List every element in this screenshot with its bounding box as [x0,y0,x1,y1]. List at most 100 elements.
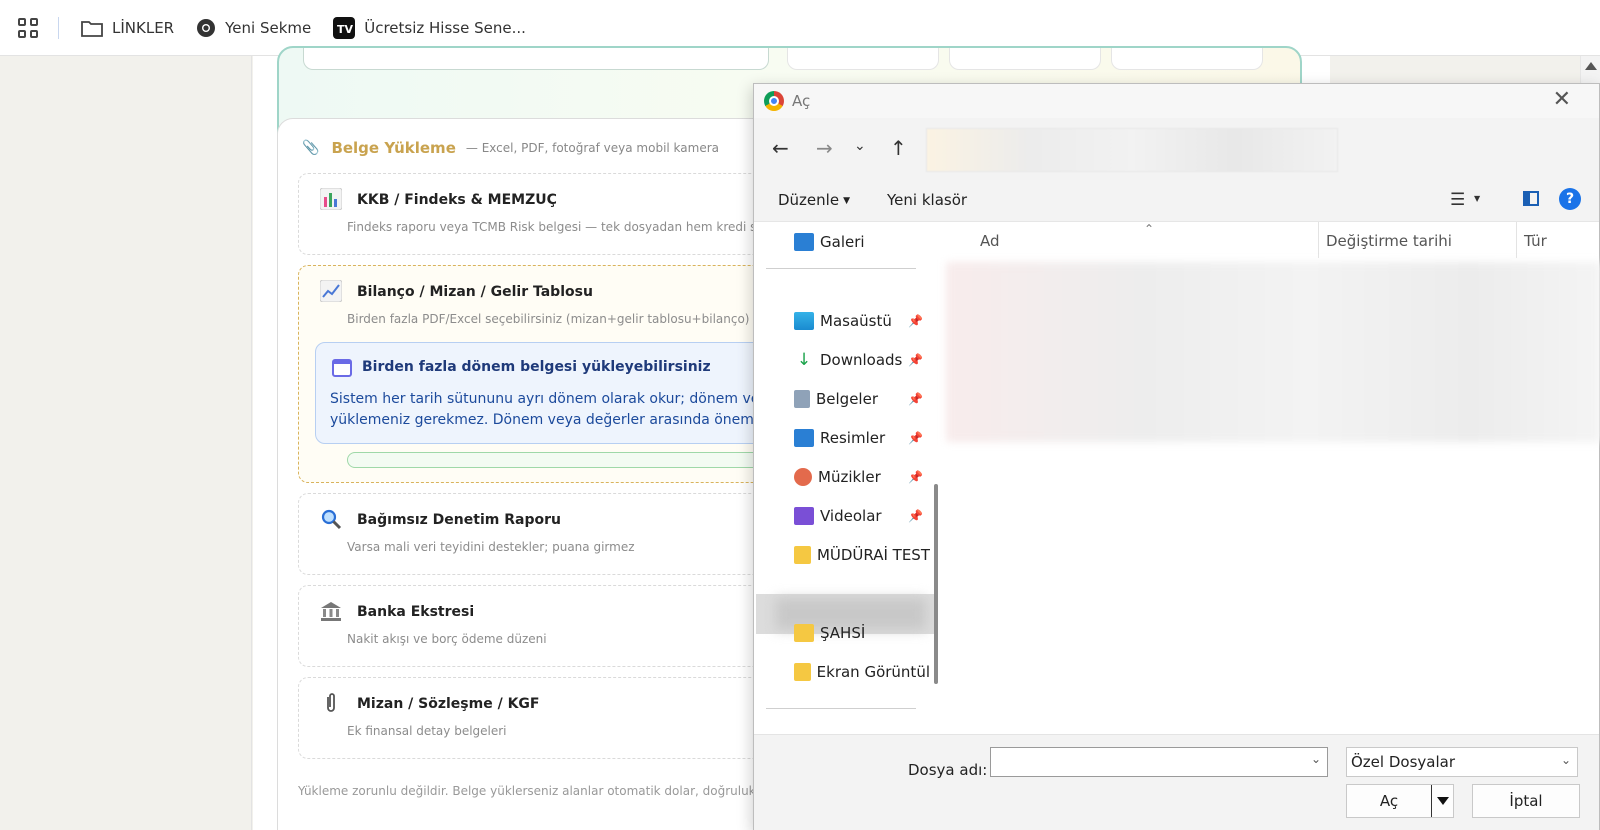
bookmark-yeni-sekme[interactable]: Yeni Sekme [196,18,311,38]
dialog-footer: Dosya adı: ⌄ Özel Dosyalar ⌄ Aç İptal [754,734,1599,830]
nav-item-sahsi[interactable]: ŞAHSİ [794,618,930,648]
bookmark-linkler[interactable]: LİNKLER [81,19,174,37]
doc-subtitle: Ek finansal detay belgeleri [347,724,507,738]
folder-icon [794,663,811,681]
column-separator[interactable] [1318,222,1319,258]
view-caret-icon[interactable]: ▼ [1474,194,1480,203]
gallery-icon [794,233,814,251]
column-header-type[interactable]: Tür [1524,232,1547,250]
pictures-icon [794,429,814,447]
folder-icon [794,624,814,642]
dialog-title: Aç [792,92,811,110]
svg-text:TV: TV [337,23,354,36]
desktop-icon [794,312,814,330]
filename-input[interactable]: ⌄ [990,747,1328,777]
open-button[interactable]: Aç [1346,784,1454,818]
nav-pane-scrollbar[interactable] [934,484,938,684]
documents-icon [794,390,810,408]
nav-label: MÜDÜRAİ TEST [816,546,930,564]
paperclip-icon [319,692,343,716]
nav-label: ŞAHSİ [820,624,866,642]
top-card-field [303,48,769,70]
doc-subtitle: Nakit akışı ve borç ödeme düzeni [347,632,547,646]
upload-subtitle: — Excel, PDF, fotoğraf veya mobil kamera [465,141,720,155]
nav-label: Masaüstü [820,312,892,330]
file-type-select[interactable]: Özel Dosyalar ⌄ [1346,747,1578,777]
folder-icon [794,546,811,564]
bar-chart-icon [319,187,343,212]
info-text: Sistem her tarih sütununu ayrı dönem ola… [330,389,771,431]
scroll-up-arrow-icon[interactable] [1585,62,1597,70]
doc-title: Bilanço / Mizan / Gelir Tablosu [357,284,593,300]
upload-title: Belge Yükleme [331,139,456,157]
left-margin [0,56,252,830]
close-icon[interactable]: ✕ [1553,89,1571,111]
calendar-icon [332,359,352,377]
nav-label: Downloads [820,351,903,369]
doc-title: KKB / Findeks & MEMZUÇ [357,192,557,208]
nav-item-galeri[interactable]: Galeri [794,227,930,257]
organize-menu[interactable]: Düzenle ▼ [778,191,850,209]
bookmark-hisse[interactable]: TV Ücretsiz Hisse Sene... [333,16,526,39]
dialog-command-bar: Düzenle ▼ Yeni klasör ☰ ▼ ? [754,180,1599,222]
blurred-file-rows[interactable] [946,262,1600,442]
bookmark-label: Yeni Sekme [225,18,312,37]
pin-icon[interactable]: 📌 [908,392,923,406]
nav-divider [766,708,916,709]
info-line: yüklemeniz gerekmez. Dönem veya değerler… [330,412,772,428]
caret-down-icon: ▼ [843,195,850,206]
bank-icon [319,600,343,624]
open-options-dropdown-icon[interactable] [1431,785,1453,817]
doc-subtitle: Birden fazla PDF/Excel seçebilirsiniz (m… [347,312,766,326]
chevron-down-icon[interactable]: ⌄ [1311,752,1321,766]
help-icon[interactable]: ? [1559,188,1581,210]
magnifier-icon [319,508,343,532]
nav-item-mudurai-test[interactable]: MÜDÜRAİ TEST [794,540,930,570]
doc-title: Mizan / Sözleşme / KGF [357,696,540,712]
column-separator[interactable] [1516,222,1517,258]
sort-ascending-icon: ⌃ [1144,222,1155,236]
pin-icon[interactable]: 📌 [908,353,923,367]
bookmark-label: LİNKLER [112,18,175,37]
view-options-icon[interactable]: ☰ [1450,190,1465,210]
top-card-field [787,48,939,70]
forward-arrow-icon[interactable]: → [816,136,833,160]
filename-label: Dosya adı: [908,761,988,779]
doc-title: Bağımsız Denetim Raporu [357,512,561,528]
preview-pane-icon[interactable] [1523,191,1539,206]
column-header-modified[interactable]: Değiştirme tarihi [1326,232,1452,250]
nav-label: Belgeler [816,390,878,408]
nav-label: Galeri [820,233,865,251]
apps-grid-icon[interactable] [18,17,38,38]
address-bar[interactable] [926,128,1338,172]
file-type-value: Özel Dosyalar [1351,753,1455,771]
doc-subtitle: Findeks raporu veya TCMB Risk belgesi — … [347,220,757,234]
nav-label: Resimler [820,429,886,447]
file-list: ⌃ Ad Değiştirme tarihi Tür [946,222,1600,797]
nav-label: Videolar [820,507,882,525]
top-card-field [1111,48,1263,70]
up-arrow-icon[interactable]: ↑ [890,136,907,160]
back-arrow-icon[interactable]: ← [772,136,789,160]
line-chart-icon [319,279,343,304]
column-header-name[interactable]: Ad [980,232,1000,250]
pin-icon[interactable]: 📌 [908,314,923,328]
bookmarks-separator [58,16,59,39]
pin-icon[interactable]: 📌 [908,509,923,523]
paperclip-icon: 📎 [302,140,320,156]
pin-icon[interactable]: 📌 [908,470,923,484]
tradingview-icon: TV [333,16,356,39]
chevron-down-icon: ⌄ [1560,753,1571,767]
dialog-titlebar: Aç ✕ [754,84,1599,118]
nav-item-ekran-goruntuleri[interactable]: Ekran Görüntül [794,657,930,687]
folder-icon [81,19,103,37]
cancel-button[interactable]: İptal [1472,784,1580,818]
doc-subtitle: Varsa mali veri teyidini destekler; puan… [347,540,635,554]
new-folder-button[interactable]: Yeni klasör [887,191,967,209]
top-card-field [949,48,1101,70]
upload-footer-note: Yükleme zorunlu değildir. Belge yüklerse… [298,784,767,798]
open-file-dialog: Aç ✕ ← → ⌄ ↑ Düzenle ▼ Yeni klasör ☰ ▼ ? … [753,83,1600,830]
pin-icon[interactable]: 📌 [908,431,923,445]
navigation-pane: Galeri Masaüstü 📌 ↓ Downloads 📌 Belgeler… [754,222,938,722]
recent-locations-chevron-icon[interactable]: ⌄ [854,138,866,154]
